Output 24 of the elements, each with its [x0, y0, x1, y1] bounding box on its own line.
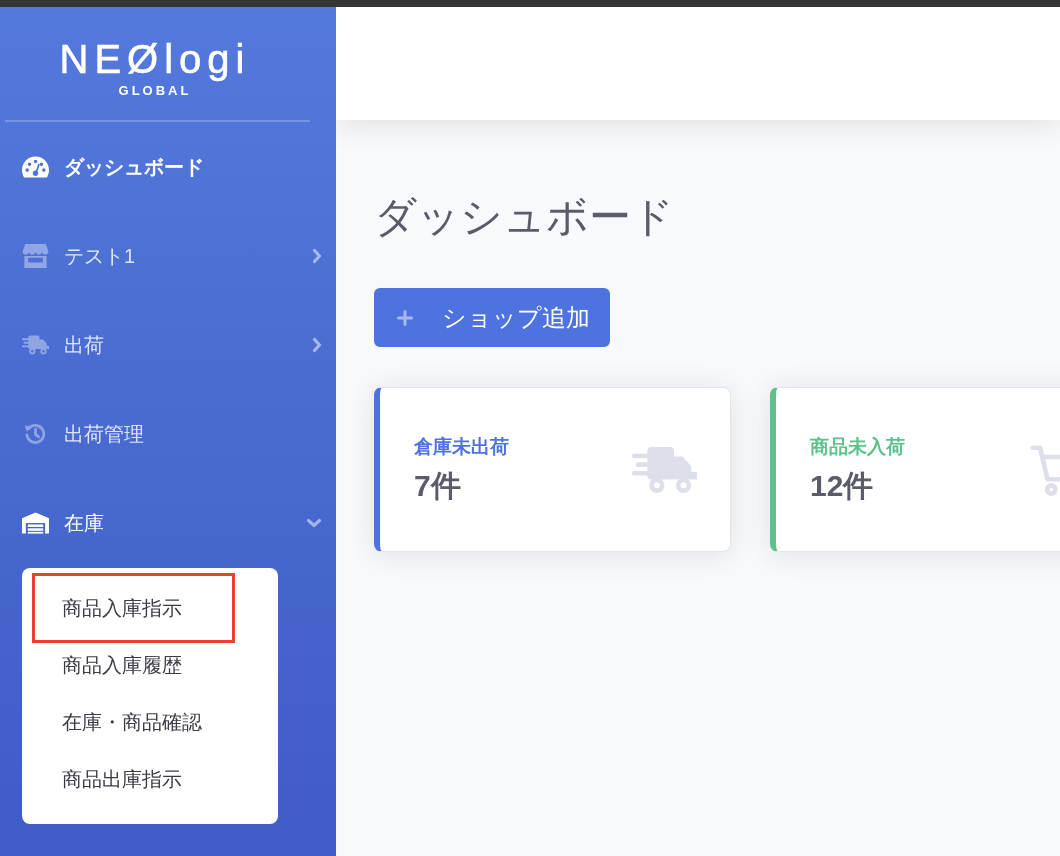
- submenu-item[interactable]: 商品出庫指示: [22, 750, 278, 807]
- page-title: ダッシュボード: [374, 192, 675, 242]
- chevron-right-icon: [312, 336, 322, 353]
- plus-icon: [397, 309, 413, 326]
- store-icon: [22, 243, 49, 268]
- sidebar-item[interactable]: 出荷管理: [0, 389, 336, 478]
- truck-icon: [22, 332, 49, 357]
- stat-label: 商品未入荷: [810, 435, 905, 458]
- logo-tagline: GLOBAL: [118, 82, 192, 99]
- warehouse-icon: [22, 510, 49, 535]
- stat-label: 倉庫未出荷: [414, 435, 509, 458]
- submenu-item[interactable]: 在庫・商品確認: [22, 693, 278, 750]
- chevron-right-icon: [312, 247, 322, 264]
- submenu-item[interactable]: 商品入庫指示: [32, 573, 235, 643]
- stat-value: 12件: [810, 468, 875, 504]
- logo-text: NEØlogi: [59, 36, 251, 81]
- sidebar-item[interactable]: ダッシュボード: [0, 122, 336, 211]
- add-shop-button[interactable]: ショップ追加: [374, 288, 610, 347]
- gauge-icon: [22, 154, 49, 179]
- sidebar-item[interactable]: テスト1: [0, 211, 336, 300]
- stat-value: 7件: [414, 468, 462, 504]
- chevron-down-icon: [306, 517, 322, 528]
- sidebar-item[interactable]: 出荷: [0, 300, 336, 389]
- sidebar-item[interactable]: 在庫: [0, 478, 336, 567]
